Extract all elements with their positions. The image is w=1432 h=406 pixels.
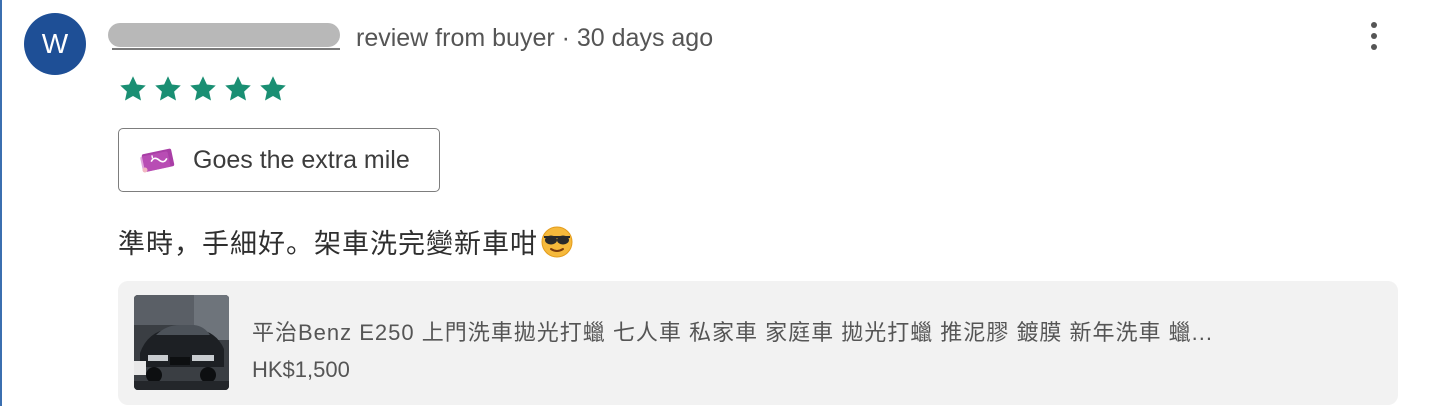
product-title[interactable]: 平治Benz E250 上門洗車拋光打蠟 七人車 私家車 家庭車 拋光打蠟 推泥… bbox=[252, 315, 1377, 347]
badge-label: Goes the extra mile bbox=[193, 145, 410, 174]
compliment-badge[interactable]: Goes the extra mile bbox=[118, 128, 440, 192]
star-icon bbox=[258, 74, 288, 104]
product-card[interactable]: 平治Benz E250 上門洗車拋光打蠟 七人車 私家車 家庭車 拋光打蠟 推泥… bbox=[118, 281, 1398, 405]
product-price: HK$1,500 bbox=[252, 357, 350, 382]
car-photo bbox=[134, 295, 229, 390]
star-icon bbox=[223, 74, 253, 104]
more-options-button[interactable] bbox=[1358, 16, 1390, 56]
avatar[interactable]: W bbox=[24, 13, 86, 75]
star-icon bbox=[118, 74, 148, 104]
avatar-initial: W bbox=[41, 28, 69, 59]
ticket-icon bbox=[140, 148, 175, 173]
star-rating bbox=[118, 74, 288, 104]
username-underline bbox=[112, 48, 340, 50]
review-card: W review from buyer · 30 days ago Goes t… bbox=[0, 0, 1432, 406]
star-icon bbox=[153, 74, 183, 104]
review-meta: review from buyer · 30 days ago bbox=[356, 23, 714, 52]
product-thumbnail[interactable] bbox=[134, 295, 229, 390]
username-redaction bbox=[108, 23, 340, 47]
review-text: 準時，手細好。架車洗完變新車咁 bbox=[118, 229, 538, 259]
sunglasses-emoji-icon bbox=[541, 226, 573, 257]
review-header: review from buyer · 30 days ago bbox=[108, 20, 714, 56]
review-body: 準時，手細好。架車洗完變新車咁 bbox=[118, 222, 574, 261]
star-icon bbox=[188, 74, 218, 104]
more-vertical-icon bbox=[1371, 22, 1377, 50]
reviewer-username-link[interactable] bbox=[108, 23, 340, 53]
